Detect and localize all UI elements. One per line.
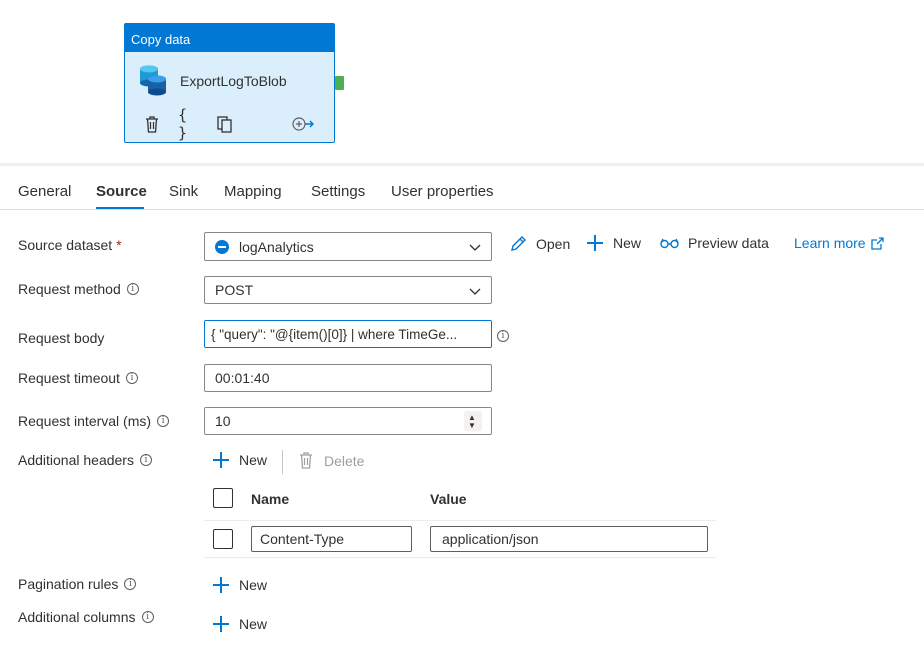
info-icon[interactable]: i: [139, 454, 152, 466]
log-analytics-icon: [215, 239, 229, 254]
tab-sink[interactable]: Sink: [169, 183, 198, 200]
delete-header-label: Delete: [324, 452, 365, 469]
active-tab-indicator: [96, 207, 144, 209]
learn-more-label: Learn more: [794, 235, 866, 251]
additional-headers-label: Additional headers i: [18, 452, 152, 468]
header-value-input[interactable]: application/json: [430, 526, 708, 552]
number-spinner[interactable]: ▲ ▼: [464, 411, 482, 431]
pagination-rules-label-text: Pagination rules: [18, 576, 119, 592]
table-divider: [204, 557, 716, 558]
additional-headers-label-text: Additional headers: [18, 452, 134, 468]
open-label: Open: [536, 236, 571, 252]
add-header-button[interactable]: New: [213, 452, 267, 468]
add-column-button[interactable]: New: [213, 616, 267, 632]
info-icon[interactable]: i: [141, 611, 154, 623]
select-all-checkbox[interactable]: [213, 488, 233, 508]
required-marker: *: [116, 237, 122, 253]
tab-general[interactable]: General: [18, 183, 71, 200]
copy-data-activity[interactable]: Copy data ExportLogToBlob { }: [124, 23, 335, 143]
request-method-label-text: Request method: [18, 281, 121, 297]
info-icon[interactable]: i: [497, 330, 509, 342]
request-interval-label: Request interval (ms) i: [18, 413, 170, 429]
chevron-down-icon: [469, 288, 481, 295]
tab-settings[interactable]: Settings: [311, 183, 365, 200]
request-body-input[interactable]: { "query": "@{item()[0]} | where TimeGe.…: [204, 320, 492, 348]
chevron-down-icon: [469, 244, 481, 251]
learn-more-link[interactable]: Learn more: [794, 235, 884, 251]
additional-columns-label: Additional columns i: [18, 609, 154, 625]
table-divider: [204, 520, 716, 521]
activity-type-label: Copy data: [125, 24, 334, 52]
header-value-value: application/json: [442, 531, 539, 547]
info-icon[interactable]: i: [126, 283, 139, 295]
add-column-label: New: [239, 616, 268, 632]
database-icon: [140, 65, 166, 96]
glasses-icon: [660, 238, 679, 249]
source-dataset-value: logAnalytics: [239, 238, 314, 255]
source-dataset-dropdown[interactable]: logAnalytics: [204, 232, 492, 261]
add-pagination-label: New: [239, 577, 268, 593]
request-timeout-input[interactable]: 00:01:40: [204, 364, 492, 392]
request-interval-input[interactable]: 10 ▲ ▼: [204, 407, 492, 435]
new-label: New: [613, 235, 642, 251]
request-interval-value: 10: [215, 413, 231, 429]
request-timeout-label: Request timeout i: [18, 370, 138, 386]
plus-icon: [213, 452, 229, 468]
additional-columns-label-text: Additional columns: [18, 609, 136, 625]
tab-source[interactable]: Source: [96, 183, 147, 200]
tab-mapping[interactable]: Mapping: [224, 183, 282, 200]
request-method-dropdown[interactable]: POST: [204, 276, 492, 304]
add-pagination-rule-button[interactable]: New: [213, 577, 267, 593]
request-body-label: Request body: [18, 330, 104, 346]
delete-icon[interactable]: [142, 114, 162, 134]
add-header-label: New: [239, 452, 268, 468]
request-body-value: { "query": "@{item()[0]} | where TimeGe.…: [211, 326, 458, 342]
request-timeout-value: 00:01:40: [215, 370, 270, 386]
source-dataset-label-text: Source dataset: [18, 237, 113, 253]
plus-icon: [213, 577, 229, 593]
info-icon[interactable]: i: [157, 415, 170, 427]
code-icon[interactable]: { }: [178, 106, 198, 142]
pipeline-canvas[interactable]: Copy data ExportLogToBlob { }: [0, 0, 924, 163]
column-header-value: Value: [430, 491, 467, 507]
spin-down-icon[interactable]: ▼: [468, 421, 476, 430]
tab-user-properties[interactable]: User properties: [391, 183, 494, 200]
preview-label: Preview data: [688, 235, 769, 251]
info-icon[interactable]: i: [125, 372, 138, 384]
header-name-input[interactable]: Content-Type: [251, 526, 412, 552]
header-name-value: Content-Type: [260, 531, 345, 547]
property-tabs: General Source Sink Mapping Settings Use…: [0, 166, 924, 210]
request-body-label-text: Request body: [18, 330, 105, 346]
plus-icon: [213, 616, 229, 632]
success-output-port[interactable]: [335, 76, 344, 90]
info-icon[interactable]: i: [124, 578, 137, 590]
column-header-name: Name: [251, 491, 290, 507]
activity-name: ExportLogToBlob: [180, 73, 287, 89]
request-method-value: POST: [215, 282, 254, 298]
source-dataset-label: Source dataset *: [18, 237, 122, 253]
pencil-icon: [511, 236, 526, 251]
toolbar-separator: [282, 450, 283, 474]
pagination-rules-label: Pagination rules i: [18, 576, 137, 592]
delete-header-button[interactable]: Delete: [299, 452, 364, 469]
new-dataset-button[interactable]: New: [587, 235, 641, 251]
copy-icon[interactable]: [215, 114, 235, 134]
request-timeout-label-text: Request timeout: [18, 370, 120, 386]
output-arrow-icon[interactable]: [291, 114, 315, 134]
external-link-icon: [870, 236, 884, 250]
delete-icon: [300, 452, 312, 469]
open-dataset-button[interactable]: Open: [509, 235, 570, 253]
row-checkbox[interactable]: [213, 529, 233, 549]
request-method-label: Request method i: [18, 281, 139, 297]
request-interval-label-text: Request interval (ms): [18, 413, 152, 429]
preview-data-button[interactable]: Preview data: [660, 235, 769, 251]
plus-icon: [587, 235, 603, 251]
